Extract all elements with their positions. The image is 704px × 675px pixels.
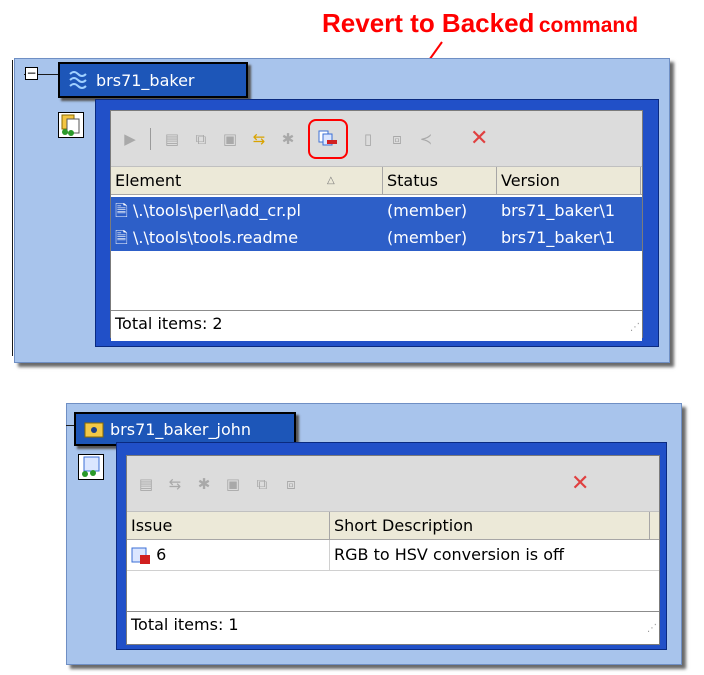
stream-icon — [69, 71, 87, 89]
edit-issue-icon[interactable]: ▤ — [137, 475, 155, 493]
table-row[interactable]: 🗎 \.\tools\tools.readme (member) brs71_b… — [111, 224, 642, 251]
table-body-empty — [127, 571, 659, 611]
total-items: Total items: 2 — [115, 314, 223, 333]
promote-icon[interactable]: ▶ — [121, 130, 139, 148]
keep-icon[interactable]: ▣ — [221, 130, 239, 148]
callout-title: Revert to Backed — [322, 8, 535, 38]
table-body: 🗎 \.\tools\perl\add_cr.pl (member) brs71… — [111, 197, 642, 310]
stream-name: brs71_baker — [96, 70, 195, 90]
copy-issue-icon[interactable]: ⧉ — [253, 475, 271, 493]
stream-name: brs71_baker_john — [110, 419, 252, 439]
add-issue-icon[interactable]: ✱ — [195, 475, 213, 493]
status-footer: Total items: 2 ⋰ — [111, 310, 642, 341]
show-issue-icon[interactable]: ▣ — [224, 475, 242, 493]
copy-icon[interactable]: ⧉ — [192, 130, 210, 148]
column-version[interactable]: Version — [497, 167, 641, 194]
resize-grip[interactable]: ⋰ — [630, 315, 640, 341]
diff-issue-icon[interactable]: ⧈ — [282, 475, 300, 493]
table-row[interactable]: 6 RGB to HSV conversion is off — [127, 540, 659, 571]
workspace-folder-icon — [84, 422, 104, 438]
workspace-icon[interactable] — [58, 112, 84, 138]
column-issue[interactable]: Issue — [127, 512, 330, 539]
column-short-description[interactable]: Short Description — [330, 512, 650, 539]
move-issue-icon[interactable]: ⇆ — [166, 475, 184, 493]
element-list-panel: ▶ ▤ ⧉ ▣ ⇆ ✱ ▯ ⧈ ≺ ✕ Element △ Status Ver… — [110, 110, 643, 341]
sort-ascending-icon: △ — [327, 175, 335, 186]
annotation-callout: Revert to Backed command — [322, 8, 638, 39]
merge-icon[interactable]: ✱ — [279, 130, 297, 148]
issue-icon — [131, 547, 150, 564]
file-icon: 🗎 — [115, 228, 128, 247]
issue-list-panel: ▤ ⇆ ✱ ▣ ⧉ ⧈ ✕ Issue Short Description 6 … — [126, 455, 660, 645]
collapse-toggle[interactable]: − — [25, 67, 38, 80]
callout-subtitle: command — [538, 14, 639, 37]
diff-icon[interactable]: ≺ — [417, 130, 435, 148]
stream-title-bottom[interactable]: brs71_baker_john — [74, 412, 296, 446]
stream-title-top[interactable]: brs71_baker — [58, 62, 248, 98]
move-icon[interactable]: ⇆ — [250, 130, 268, 148]
tree-line-vertical — [12, 60, 13, 356]
history-icon[interactable]: ⧈ — [388, 130, 406, 148]
column-status[interactable]: Status — [383, 167, 497, 194]
resize-grip[interactable]: ⋰ — [647, 616, 657, 642]
toolbar-top: ▶ ▤ ⧉ ▣ ⇆ ✱ ▯ ⧈ ≺ ✕ — [111, 111, 642, 167]
close-icon[interactable]: ✕ — [571, 472, 589, 495]
toolbar-separator — [150, 127, 151, 150]
close-icon[interactable]: ✕ — [470, 127, 488, 150]
toolbar-bottom: ▤ ⇆ ✱ ▣ ⧉ ⧈ ✕ — [127, 456, 659, 512]
table-row[interactable]: 🗎 \.\tools\perl\add_cr.pl (member) brs71… — [111, 197, 642, 224]
revert-to-backed-button[interactable] — [308, 118, 348, 159]
table-header: Issue Short Description — [127, 512, 659, 540]
issues-icon[interactable] — [78, 454, 104, 480]
revert-to-backed-icon — [318, 130, 337, 146]
document-icon[interactable]: ▯ — [359, 130, 377, 148]
table-header: Element △ Status Version — [111, 167, 642, 195]
send-icon[interactable]: ▤ — [163, 130, 181, 148]
total-items: Total items: 1 — [131, 615, 239, 634]
file-icon: 🗎 — [115, 201, 128, 220]
status-footer: Total items: 1 ⋰ — [127, 611, 659, 642]
column-element[interactable]: Element △ — [111, 167, 383, 194]
